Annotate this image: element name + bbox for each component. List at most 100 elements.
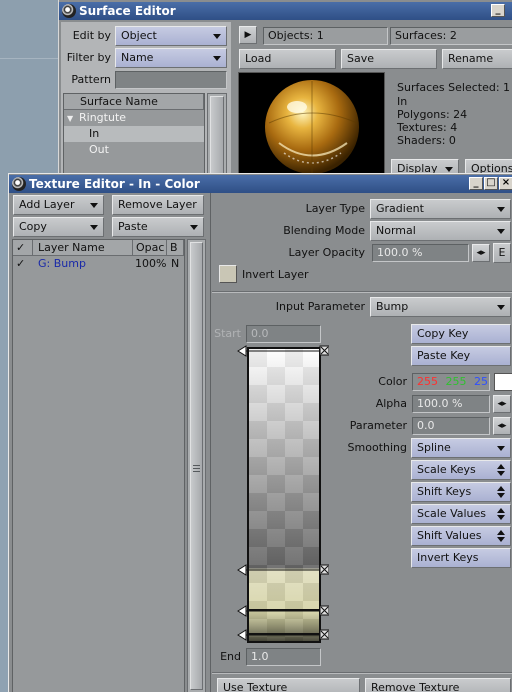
surface-list-scroll-thumb[interactable] xyxy=(210,96,224,180)
key-arrow-icon xyxy=(237,564,330,576)
color-green-value: 255 xyxy=(445,375,467,388)
lightwave-logo-icon xyxy=(62,4,76,18)
scroll-grip-line xyxy=(193,468,200,469)
layer-opacity-input[interactable]: 100.0 % xyxy=(372,244,469,262)
layer-list xyxy=(12,239,185,692)
copy-key-button[interactable]: Copy Key xyxy=(411,324,511,344)
close-icon[interactable]: × xyxy=(499,177,512,190)
rename-button[interactable]: Rename xyxy=(442,49,512,69)
edit-by-label: Edit by xyxy=(72,29,111,42)
end-input[interactable]: 1.0 xyxy=(246,648,321,666)
layer-list-scrollbar[interactable] xyxy=(187,239,206,692)
remove-layer-button[interactable]: Remove Layer xyxy=(112,195,204,215)
key-arrow-icon xyxy=(237,629,330,641)
parameter-label: Parameter xyxy=(349,419,407,432)
blending-mode-dropdown[interactable]: Normal xyxy=(370,221,511,241)
surface-preview xyxy=(238,72,385,182)
use-texture-button[interactable]: Use Texture xyxy=(217,678,360,692)
texture-editor-title: Texture Editor - In - Color xyxy=(29,177,200,191)
scale-keys-button[interactable]: Scale Keys xyxy=(411,460,511,480)
start-input: 0.0 xyxy=(246,325,321,343)
alpha-input[interactable]: 100.0 % xyxy=(412,395,490,413)
remove-texture-button[interactable]: Remove Texture xyxy=(365,678,511,692)
edit-by-dropdown[interactable]: Object xyxy=(115,26,227,46)
color-red-value: 255 xyxy=(417,375,438,388)
check-icon: ✓ xyxy=(16,241,26,254)
copy-dropdown[interactable]: Copy xyxy=(13,217,104,237)
invert-layer-checkbox[interactable] xyxy=(219,265,237,283)
color-blue-value: 255 xyxy=(474,375,489,388)
tree-item-selected-bg xyxy=(64,126,204,142)
blend-header[interactable]: B xyxy=(167,240,184,256)
layer-list-scroll-thumb[interactable] xyxy=(190,242,203,690)
shift-keys-button[interactable]: Shift Keys xyxy=(411,482,511,502)
input-parameter-label: Input Parameter xyxy=(275,300,365,313)
filter-by-label: Filter by xyxy=(66,51,111,64)
filter-by-dropdown[interactable]: Name xyxy=(115,48,227,68)
parameter-slider-icon[interactable]: ◂▸ xyxy=(493,417,511,435)
layer-type-dropdown[interactable]: Gradient xyxy=(370,199,511,219)
layer-enabled-check-icon[interactable]: ✓ xyxy=(16,257,25,271)
save-button[interactable]: Save xyxy=(341,49,437,69)
scroll-grip-line xyxy=(193,465,200,466)
layer-name-header[interactable]: Layer Name xyxy=(33,240,133,256)
shift-values-button[interactable]: Shift Values xyxy=(411,526,511,546)
envelope-button[interactable]: E xyxy=(493,243,511,263)
gradient-bar[interactable] xyxy=(247,347,321,643)
surfaces-selected-text: Surfaces Selected: 1 xyxy=(397,81,511,94)
maximize-icon[interactable]: □ xyxy=(484,177,498,190)
color-swatch[interactable] xyxy=(494,373,512,391)
layer-row[interactable]: ✓ G: Bump 100% N xyxy=(13,256,184,272)
tree-item-in[interactable]: In xyxy=(89,127,99,141)
smoothing-dropdown[interactable]: Spline xyxy=(411,438,511,458)
golden-sphere-preview-icon xyxy=(265,80,359,174)
tree-expand-icon[interactable]: ▼ xyxy=(67,112,73,126)
layer-opacity-slider-icon[interactable]: ◂▸ xyxy=(472,244,490,262)
invert-keys-button[interactable]: Invert Keys xyxy=(411,548,511,568)
load-button[interactable]: Load xyxy=(239,49,336,69)
gradient-key-marker[interactable] xyxy=(237,605,330,617)
surface-editor-window: Surface Editor _ Edit by Object Filter b… xyxy=(58,0,512,183)
color-rgb-input[interactable]: 255 255 255 xyxy=(412,373,490,391)
alpha-slider-icon[interactable]: ◂▸ xyxy=(493,395,511,413)
layer-type-label: Layer Type xyxy=(305,202,365,215)
add-layer-dropdown[interactable]: Add Layer xyxy=(13,195,104,215)
layer-opacity: 100% xyxy=(135,257,167,270)
gradient-key-marker[interactable] xyxy=(237,629,330,641)
minimize-icon[interactable]: _ xyxy=(469,177,483,190)
alpha-label: Alpha xyxy=(375,397,407,410)
key-arrow-icon xyxy=(237,605,330,617)
tree-root-item[interactable]: Ringtute xyxy=(79,111,126,125)
texture-editor-window: Texture Editor - In - Color _ □ × Add La… xyxy=(8,173,512,692)
polygons-count-text: Polygons: 24 xyxy=(397,108,468,121)
lightwave-logo-icon xyxy=(12,177,26,191)
surface-list-scrollbar[interactable] xyxy=(207,93,227,183)
viewport-background xyxy=(0,0,58,180)
viewport-background-line xyxy=(0,58,58,59)
gradient-key-marker-top[interactable] xyxy=(237,345,330,357)
paste-key-button[interactable]: Paste Key xyxy=(411,346,511,366)
shaders-count-text: Shaders: 0 xyxy=(397,134,456,147)
surface-editor-title: Surface Editor xyxy=(79,4,176,18)
expand-arrow-button[interactable]: ▶ xyxy=(239,26,257,44)
blending-mode-label: Blending Mode xyxy=(283,224,365,237)
layer-check-header: ✓ xyxy=(13,240,33,256)
paste-dropdown[interactable]: Paste xyxy=(112,217,204,237)
pattern-input[interactable] xyxy=(115,71,227,89)
color-label: Color xyxy=(378,375,407,388)
input-parameter-dropdown[interactable]: Bump xyxy=(370,297,511,317)
close-icon[interactable]: _ xyxy=(491,4,505,17)
surface-name-text: In xyxy=(397,95,408,108)
opacity-header[interactable]: Opac xyxy=(133,240,167,256)
objects-count-display: Objects: 1 xyxy=(263,27,388,45)
surface-name-header[interactable]: Surface Name xyxy=(64,94,204,110)
surfaces-count-display: Surfaces: 2 xyxy=(390,27,512,45)
scale-values-button[interactable]: Scale Values xyxy=(411,504,511,524)
texture-editor-titlebar[interactable]: Texture Editor - In - Color _ □ × xyxy=(9,175,512,193)
pattern-label: Pattern xyxy=(71,73,111,86)
key-arrow-icon xyxy=(237,345,330,357)
parameter-input[interactable]: 0.0 xyxy=(412,417,490,435)
surface-editor-titlebar[interactable]: Surface Editor _ xyxy=(59,2,512,20)
tree-item-out[interactable]: Out xyxy=(89,143,109,157)
gradient-key-marker[interactable] xyxy=(237,564,330,576)
